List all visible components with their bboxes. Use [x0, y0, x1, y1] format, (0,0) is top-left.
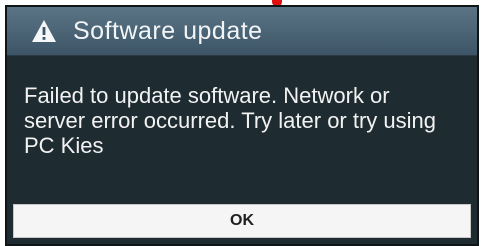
dialog-title: Software update: [73, 16, 263, 45]
dialog-message: Failed to update software. Network or se…: [24, 83, 437, 158]
ok-button[interactable]: OK: [13, 204, 471, 238]
dialog-titlebar: Software update: [7, 7, 477, 56]
warning-icon: [32, 20, 56, 42]
screenshot-frame: Software update Failed to update softwar…: [0, 0, 489, 246]
software-update-dialog: Software update Failed to update softwar…: [5, 5, 479, 246]
dialog-button-bar: OK: [7, 200, 477, 244]
